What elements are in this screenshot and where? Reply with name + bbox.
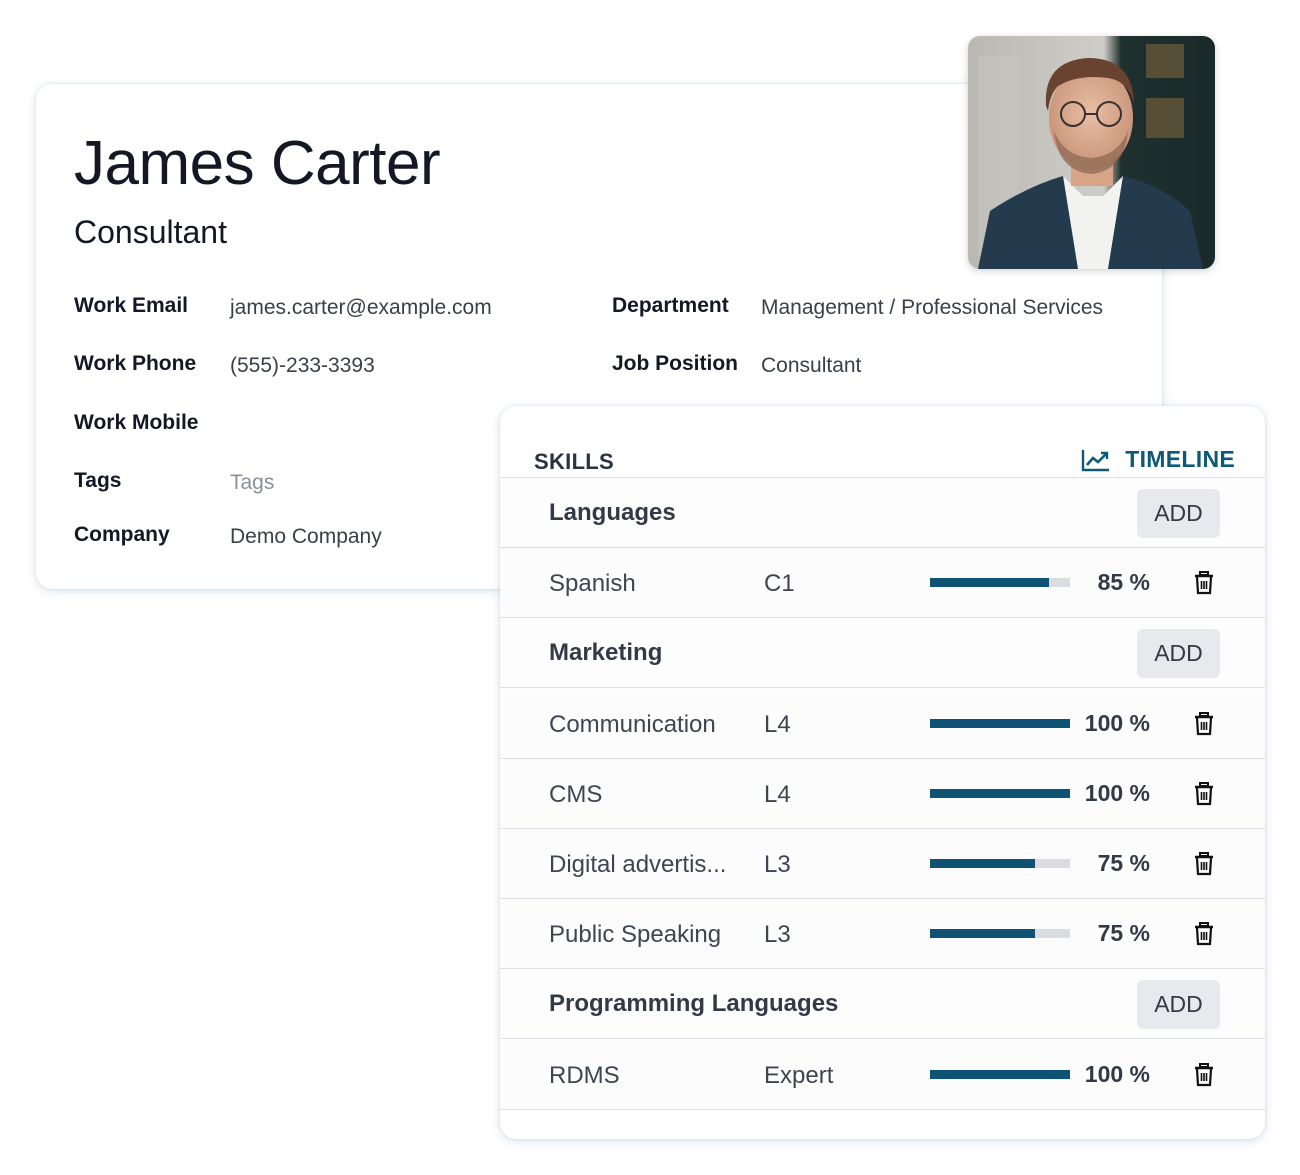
skill-progress-bar [930, 1069, 1070, 1079]
field-work-mobile: Work Mobile [74, 411, 198, 435]
skills-header: SKILLS TIMELINE [500, 406, 1265, 478]
skill-row[interactable]: Public Speaking L3 75 % [500, 899, 1265, 970]
timeline-label: TIMELINE [1125, 446, 1235, 472]
field-label: Job Position [612, 352, 738, 375]
skill-progress-fill [930, 859, 1035, 868]
skill-progress-fill [930, 718, 1070, 728]
skill-name: RDMS [549, 1061, 620, 1089]
tags-input[interactable]: Tags [230, 471, 274, 495]
skill-progress-label: 75 % [1097, 920, 1150, 947]
skill-name: Digital advertis... [549, 851, 727, 878]
field-label: Tags [74, 469, 122, 492]
field-department: Department Management / Professional Ser… [612, 294, 1103, 319]
skill-name: CMS [549, 780, 603, 808]
skill-row[interactable]: Spanish C1 85 % [500, 548, 1265, 619]
skill-level: C1 [764, 570, 795, 598]
field-work-email: Work Email james.carter@example.com [74, 294, 492, 319]
skill-level: L3 [764, 921, 791, 949]
skill-row[interactable]: CMS L4 100 % [500, 758, 1265, 829]
skill-level: L4 [764, 780, 791, 808]
skill-row[interactable]: Communication L4 100 % [500, 688, 1265, 759]
skills-panel: SKILLS TIMELINE Languages ADD Spanish C1 … [500, 406, 1265, 1139]
field-label: Work Phone [74, 352, 197, 375]
trash-icon[interactable] [1193, 571, 1215, 595]
skill-group-row: Languages ADD [500, 478, 1265, 548]
field-label: Company [74, 523, 170, 546]
add-skill-button[interactable]: ADD [1137, 980, 1220, 1030]
employee-photo[interactable] [968, 36, 1215, 269]
trash-icon[interactable] [1193, 711, 1215, 736]
skill-level: L3 [764, 851, 791, 878]
skill-level: L4 [764, 710, 791, 738]
skill-progress-label: 100 % [1084, 1060, 1150, 1087]
skill-progress-fill [930, 578, 1049, 588]
skill-name: Spanish [549, 570, 636, 598]
field-job-position: Job Position Consultant [612, 352, 861, 377]
add-skill-button[interactable]: ADD [1137, 629, 1220, 679]
field-work-phone: Work Phone (555)-233-3393 [74, 352, 375, 377]
avatar-image [968, 36, 1215, 269]
trash-icon[interactable] [1193, 1062, 1215, 1087]
skill-group-row: Marketing ADD [500, 618, 1265, 689]
trash-icon[interactable] [1193, 781, 1215, 806]
skill-progress-bar [930, 929, 1070, 939]
work-phone-value[interactable]: (555)-233-3393 [230, 354, 375, 378]
skill-progress-fill [930, 1069, 1070, 1079]
line-chart-icon [1082, 449, 1110, 471]
timeline-button[interactable]: TIMELINE [1081, 446, 1235, 473]
trash-icon[interactable] [1193, 922, 1215, 946]
skill-progress-label: 100 % [1084, 779, 1150, 806]
skill-group-name: Languages [549, 499, 676, 526]
skill-row[interactable]: Digital advertis... L3 75 % [500, 829, 1265, 899]
skill-group-name: Programming Languages [549, 990, 839, 1018]
skill-name: Public Speaking [549, 921, 722, 949]
skill-progress-label: 75 % [1097, 850, 1150, 876]
skill-progress-fill [930, 929, 1035, 939]
field-tags: Tags Tags [74, 469, 274, 494]
skill-progress-bar [930, 859, 1070, 868]
skill-group-row: Programming Languages ADD [500, 969, 1265, 1040]
department-value[interactable]: Management / Professional Services [761, 296, 1103, 320]
work-mobile-value[interactable] [230, 413, 430, 437]
job-position-value[interactable]: Consultant [761, 354, 861, 378]
employee-job-title[interactable]: Consultant [74, 214, 227, 251]
skill-name: Communication [549, 710, 716, 738]
skill-progress-bar [930, 788, 1070, 798]
field-label: Department [612, 294, 729, 317]
skill-level: Expert [764, 1061, 834, 1089]
skill-group-name: Marketing [549, 639, 663, 667]
add-skill-button[interactable]: ADD [1137, 489, 1220, 538]
skill-progress-bar [930, 578, 1070, 588]
skills-title: SKILLS [534, 449, 615, 474]
company-value[interactable]: Demo Company [230, 525, 382, 549]
work-email-value[interactable]: james.carter@example.com [230, 296, 492, 320]
skill-progress-fill [930, 788, 1070, 798]
skill-progress-bar [930, 718, 1070, 728]
field-label: Work Mobile [74, 411, 199, 434]
skill-progress-label: 85 % [1097, 569, 1150, 596]
field-label: Work Email [74, 294, 188, 317]
trash-icon[interactable] [1193, 852, 1215, 876]
skill-progress-label: 100 % [1084, 709, 1150, 736]
skill-row[interactable]: RDMS Expert 100 % [500, 1039, 1265, 1110]
field-company: Company Demo Company [74, 523, 382, 548]
employee-name[interactable]: James Carter [74, 128, 441, 199]
